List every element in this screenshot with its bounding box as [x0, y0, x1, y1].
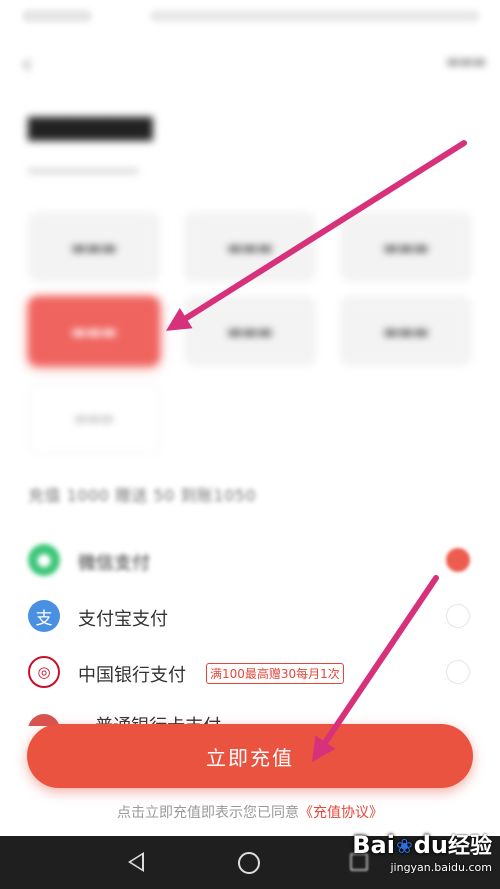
back-icon[interactable]: ‹	[22, 50, 32, 78]
page-subtitle: ▁▁▁▁▁▁▁▁▁▁▁	[28, 158, 138, 173]
boc-icon: ◎	[28, 656, 60, 688]
radio-selected[interactable]	[446, 548, 470, 572]
agreement-prefix: 点击立即充值即表示您已同意	[117, 805, 299, 821]
nav-home-icon[interactable]	[238, 852, 260, 874]
amount-option-selected[interactable]: ▬▬▬	[28, 296, 160, 366]
status-icons	[150, 10, 480, 22]
watermark-url: jingyan.baidu.com	[390, 861, 492, 874]
radio-unselected[interactable]	[446, 660, 470, 684]
payment-method-boc[interactable]: ◎ 中国银行支付 满100最高赠30每月1次	[28, 652, 478, 696]
page-title: ▆▆▆▆▆▆	[28, 110, 153, 141]
payment-method-label: 支付宝支付	[78, 609, 168, 630]
watermark-brand-a: Bai	[352, 831, 395, 859]
amount-option[interactable]: ▬▬▬	[340, 212, 472, 282]
promo-badge: 满100最高赠30每月1次	[206, 663, 344, 684]
custom-amount-option[interactable]: ▬▬▬	[28, 384, 160, 454]
agreement-link[interactable]: 《充值协议》	[299, 805, 383, 821]
radio-unselected[interactable]	[446, 604, 470, 628]
agreement-text: 点击立即充值即表示您已同意《充值协议》	[0, 802, 500, 822]
system-nav-bar: Bai❀du经验 jingyan.baidu.com	[0, 833, 500, 889]
amount-option[interactable]: ▬▬▬	[28, 212, 160, 282]
carrier-info	[22, 10, 92, 22]
top-right-action[interactable]: ▬▬▬	[446, 54, 486, 70]
payment-method-label: 微信支付	[78, 553, 150, 574]
baidu-watermark: Bai❀du经验 jingyan.baidu.com	[352, 833, 492, 873]
status-bar	[0, 0, 500, 34]
wechat-icon: ●	[28, 544, 60, 576]
payment-method-wechat[interactable]: ● 微信支付	[28, 540, 478, 584]
nav-back-icon[interactable]	[128, 852, 144, 872]
watermark-brand-b: du	[413, 831, 448, 859]
alipay-icon: 支	[28, 600, 60, 632]
paw-icon: ❀	[395, 834, 413, 858]
payment-method-label: 中国银行支付	[78, 665, 186, 686]
payment-method-alipay[interactable]: 支 支付宝支付	[28, 596, 478, 640]
amount-option[interactable]: ▬▬▬	[184, 212, 316, 282]
watermark-brand-cn: 经验	[447, 834, 492, 859]
amount-option[interactable]: ▬▬▬	[340, 296, 472, 366]
bonus-text: 充值 1000 赠送 50 到账1050	[28, 486, 257, 505]
amount-option[interactable]: ▬▬▬	[184, 296, 316, 366]
recharge-button[interactable]: 立即充值	[27, 724, 473, 788]
payment-method-bank[interactable]: ...普通银行卡支付	[28, 706, 478, 726]
